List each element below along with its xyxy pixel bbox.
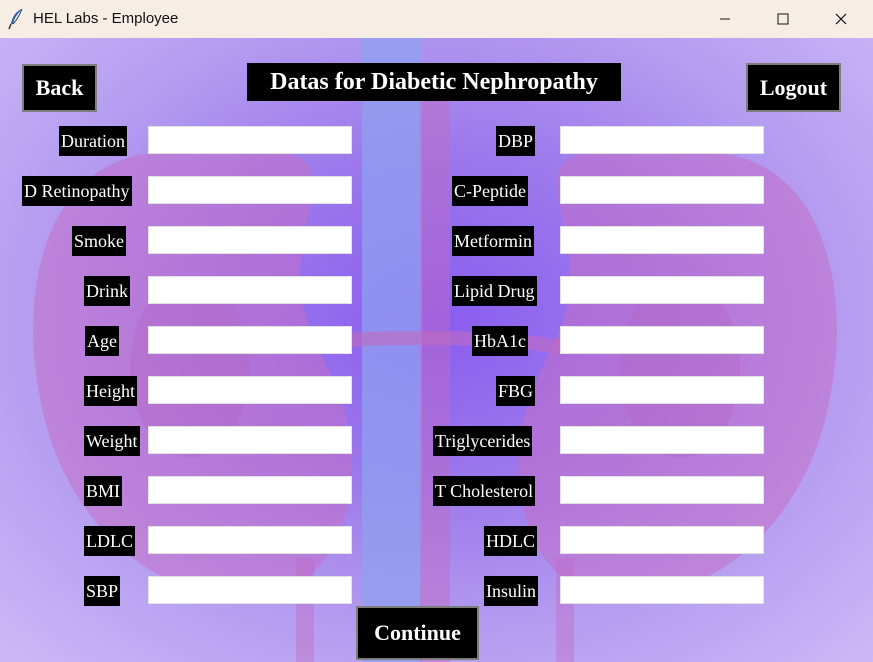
ldlc-label: LDLC — [84, 526, 135, 556]
height-label: Height — [84, 376, 137, 406]
hba1c-input[interactable] — [560, 326, 764, 354]
minimize-button[interactable] — [696, 0, 754, 38]
bmi-input[interactable] — [148, 476, 352, 504]
drink-input[interactable] — [148, 276, 352, 304]
ldlc-input[interactable] — [148, 526, 352, 554]
triglycerides-label: Triglycerides — [433, 426, 533, 456]
maximize-button[interactable] — [754, 0, 812, 38]
c-peptide-label: C-Peptide — [452, 176, 528, 206]
feather-icon — [8, 8, 26, 30]
hba1c-label: HbA1c — [472, 326, 528, 356]
lipid-drug-label: Lipid Drug — [452, 276, 537, 306]
sbp-label: SBP — [84, 576, 121, 606]
drink-label: Drink — [84, 276, 130, 306]
triglycerides-input[interactable] — [560, 426, 764, 454]
hdlc-label: HDLC — [484, 526, 537, 556]
smoke-label: Smoke — [72, 226, 127, 256]
page-title: Datas for Diabetic Nephropathy — [247, 63, 621, 101]
duration-label: Duration — [59, 126, 127, 156]
title-bar: HEL Labs - Employee — [0, 0, 873, 38]
insulin-input[interactable] — [560, 576, 764, 604]
form-canvas: Back Datas for Diabetic Nephropathy Logo… — [0, 38, 873, 662]
duration-input[interactable] — [148, 126, 352, 154]
dbp-label: DBP — [496, 126, 536, 156]
maximize-icon — [777, 13, 789, 25]
close-button[interactable] — [812, 0, 870, 38]
continue-button[interactable]: Continue — [356, 606, 479, 660]
weight-input[interactable] — [148, 426, 352, 454]
metformin-label: Metformin — [452, 226, 534, 256]
fbg-label: FBG — [496, 376, 536, 406]
age-label: Age — [85, 326, 119, 356]
minimize-icon — [720, 18, 730, 20]
metformin-input[interactable] — [560, 226, 764, 254]
age-input[interactable] — [148, 326, 352, 354]
back-button[interactable]: Back — [22, 64, 97, 112]
c-peptide-input[interactable] — [560, 176, 764, 204]
d-retinopathy-input[interactable] — [148, 176, 352, 204]
fbg-input[interactable] — [560, 376, 764, 404]
window-title: HEL Labs - Employee — [33, 10, 179, 27]
dbp-input[interactable] — [560, 126, 764, 154]
d-retinopathy-label: D Retinopathy — [22, 176, 132, 206]
bmi-label: BMI — [84, 476, 123, 506]
hdlc-input[interactable] — [560, 526, 764, 554]
sbp-input[interactable] — [148, 576, 352, 604]
logout-button[interactable]: Logout — [746, 63, 841, 112]
app-window: HEL Labs - Employee Back Datas for Diabe… — [0, 0, 873, 662]
weight-label: Weight — [84, 426, 140, 456]
lipid-drug-input[interactable] — [560, 276, 764, 304]
insulin-label: Insulin — [484, 576, 539, 606]
t-cholesterol-input[interactable] — [560, 476, 764, 504]
close-icon — [835, 13, 847, 25]
height-input[interactable] — [148, 376, 352, 404]
t-cholesterol-label: T Cholesterol — [433, 476, 536, 506]
smoke-input[interactable] — [148, 226, 352, 254]
